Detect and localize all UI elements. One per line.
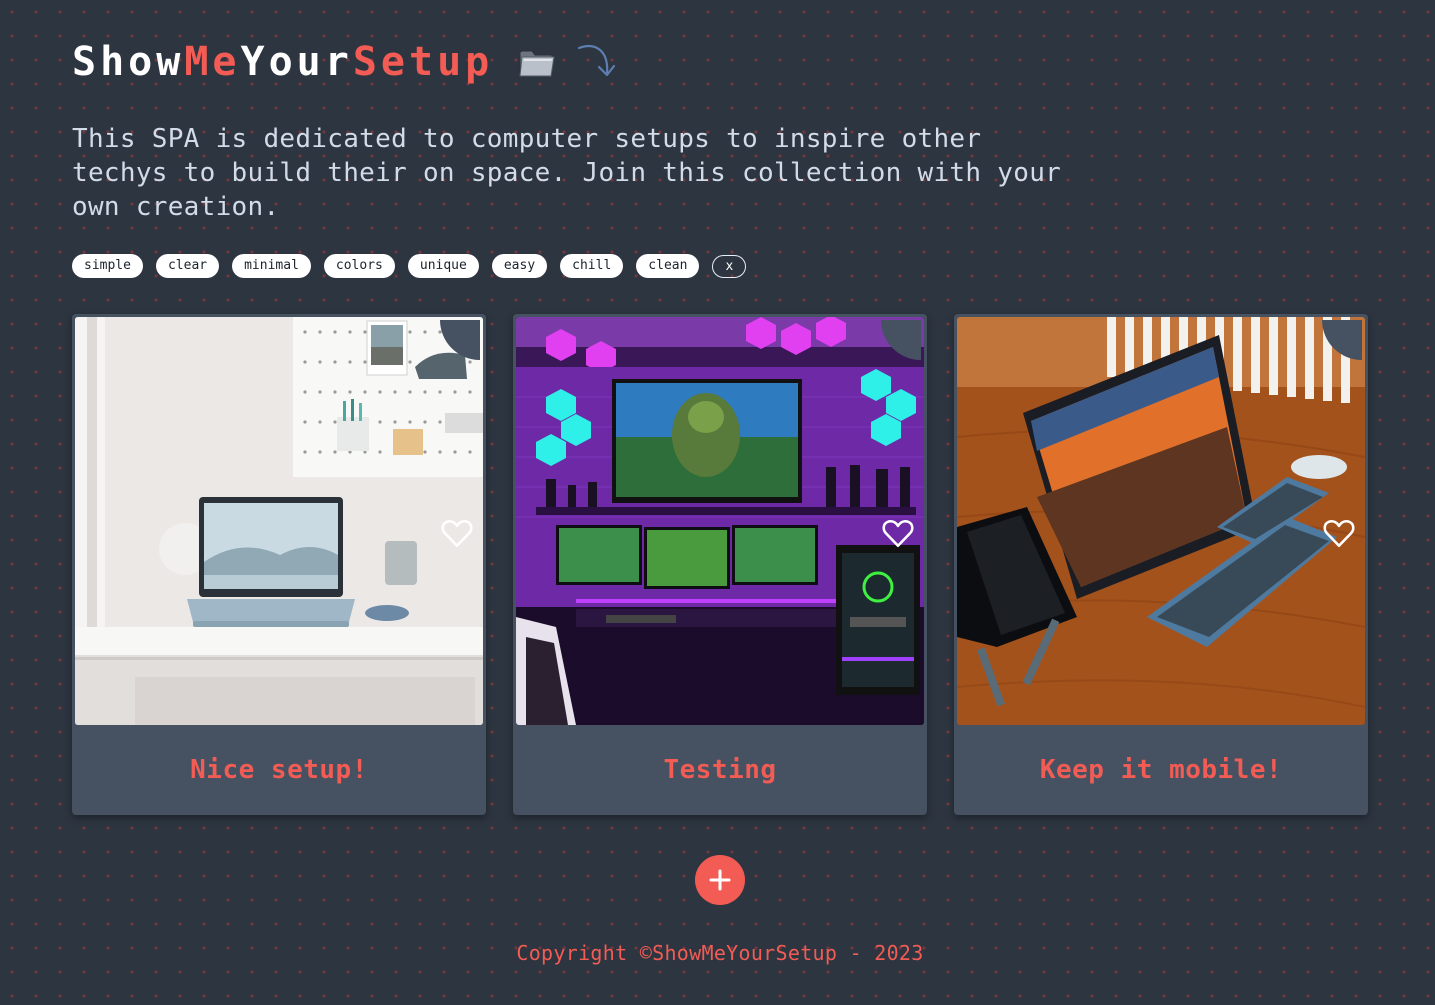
setup-gallery: Nice setup! Testing Keep it mobile! (72, 314, 1368, 815)
setup-title: Nice setup! (190, 755, 368, 785)
folder-icon (517, 45, 557, 79)
curved-arrow-icon (575, 40, 619, 84)
page-header: ShowMeYourSetup This SPA is dedicated to… (72, 36, 1072, 278)
logo-part-show: Show (72, 39, 185, 85)
setup-image[interactable] (75, 317, 483, 725)
footer-copyright: Copyright ©ShowMeYourSetup - 2023 (516, 941, 924, 965)
tag-minimal[interactable]: minimal (232, 254, 311, 278)
add-setup-button[interactable] (695, 855, 745, 905)
logo-part-me: Me (184, 39, 241, 85)
tag-chill[interactable]: chill (560, 254, 624, 278)
title-row: ShowMeYourSetup (72, 36, 1072, 88)
logo-part-your: Your (240, 39, 353, 85)
tag-easy[interactable]: easy (491, 254, 548, 278)
tag-clean[interactable]: clean (636, 254, 700, 278)
heart-outline-icon (441, 520, 473, 548)
tag-filter-bar: simple clear minimal colors unique easy … (72, 254, 1072, 278)
setup-image[interactable] (516, 317, 924, 725)
setup-card[interactable]: Testing (513, 314, 927, 815)
site-logo[interactable]: ShowMeYourSetup (72, 36, 493, 88)
page-description: This SPA is dedicated to computer setups… (72, 124, 1062, 222)
setup-title: Keep it mobile! (1039, 755, 1283, 785)
setup-title: Testing (663, 755, 777, 785)
tag-simple[interactable]: simple (72, 254, 143, 278)
setup-card[interactable]: Keep it mobile! (954, 314, 1368, 815)
heart-outline-icon (882, 520, 914, 548)
logo-part-setup: Setup (352, 39, 494, 85)
favorite-button[interactable] (881, 320, 921, 548)
favorite-button[interactable] (440, 320, 480, 548)
heart-outline-icon (1323, 520, 1355, 548)
plus-icon (709, 869, 731, 891)
tag-unique[interactable]: unique (407, 254, 479, 278)
setup-image[interactable] (957, 317, 1365, 725)
favorite-button[interactable] (1322, 320, 1362, 548)
setup-card[interactable]: Nice setup! (72, 314, 486, 815)
tag-clear[interactable]: clear (155, 254, 220, 278)
tag-colors[interactable]: colors (323, 254, 395, 278)
clear-tags-button[interactable]: x (712, 254, 747, 278)
